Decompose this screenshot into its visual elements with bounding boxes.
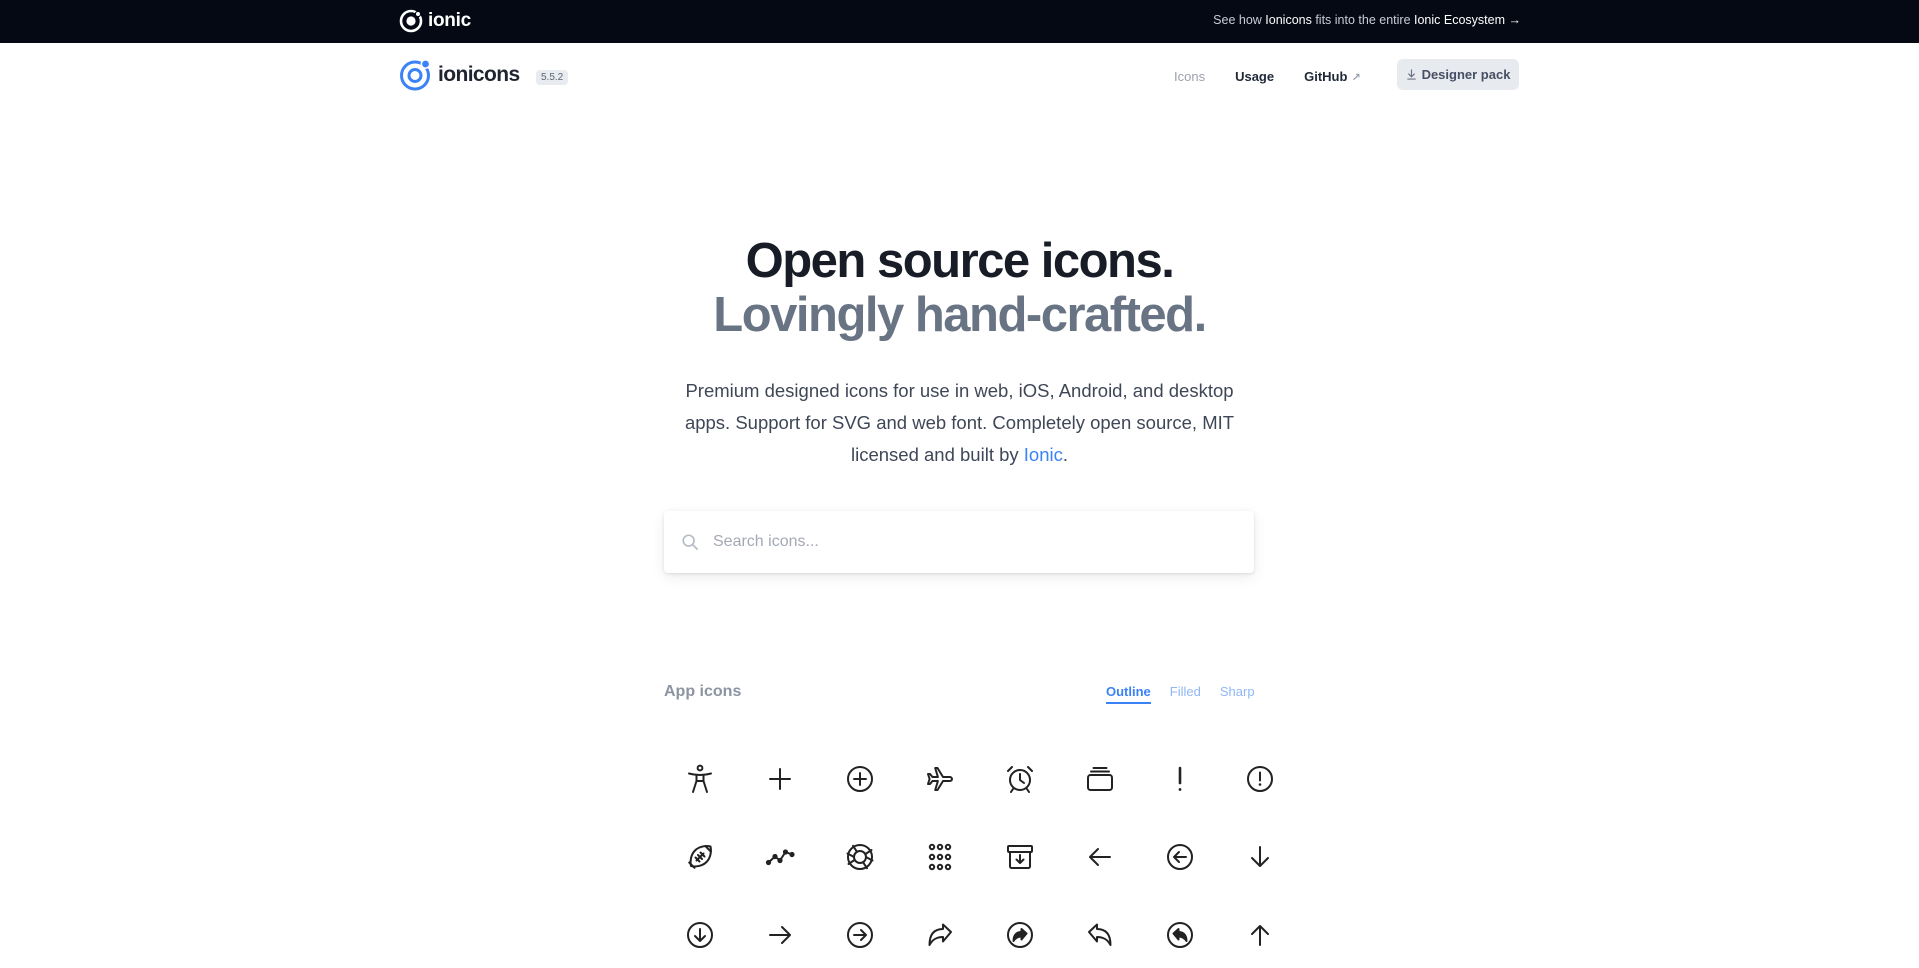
- icon-tile-arrow-up[interactable]: [1220, 896, 1300, 968]
- tab-sharp[interactable]: Sharp: [1220, 684, 1255, 704]
- add-icon: [769, 768, 791, 790]
- nav-usage-link[interactable]: Usage: [1235, 69, 1274, 84]
- american-football-icon: [688, 845, 712, 869]
- analytics-icon: [765, 849, 795, 866]
- tab-outline[interactable]: Outline: [1106, 684, 1151, 704]
- designer-pack-label: Designer pack: [1421, 67, 1511, 82]
- eco-middle: fits into the entire: [1311, 13, 1414, 27]
- arrow-back-icon: [1089, 848, 1111, 866]
- search-box: [664, 511, 1254, 573]
- tab-filled[interactable]: Filled: [1170, 684, 1201, 704]
- arrow-down-icon: [1251, 846, 1269, 867]
- top-bar: ionic See how Ionicons fits into the ent…: [0, 0, 1919, 43]
- ionicons-logo-icon: [400, 59, 431, 91]
- search-icon: [682, 534, 699, 551]
- arrow-up-icon: [1251, 925, 1269, 946]
- arrow-undo-circle-icon: [1167, 922, 1193, 948]
- icon-tile-arrow-back[interactable]: [1060, 818, 1140, 896]
- albums-icon: [1087, 767, 1113, 791]
- external-link-icon: ↗: [1351, 72, 1361, 84]
- icon-tile-american-football[interactable]: [660, 818, 740, 896]
- nav-icons-link[interactable]: Icons: [1174, 69, 1205, 84]
- icon-tile-analytics[interactable]: [740, 818, 820, 896]
- arrow-forward-icon: [769, 926, 791, 944]
- icon-tile-accessibility[interactable]: [660, 740, 740, 818]
- arrow-undo-icon: [1088, 923, 1112, 946]
- ionic-link[interactable]: Ionic: [1024, 444, 1063, 465]
- eco-prefix: See how: [1213, 13, 1266, 27]
- ionicons-logo-link[interactable]: ionicons: [399, 58, 520, 91]
- arrow-down-circle-icon: [687, 922, 713, 948]
- alarm-icon: [1007, 766, 1033, 793]
- github-label: GitHub: [1304, 69, 1348, 84]
- section-title: App icons: [664, 683, 742, 700]
- site-header: ionicons 5.5.2 Icons Usage GitHub ↗ Desig…: [0, 43, 1919, 105]
- variant-tabs: Outline Filled Sharp: [1106, 684, 1255, 704]
- designer-pack-button[interactable]: Designer pack: [1397, 59, 1519, 90]
- nav-github-link[interactable]: GitHub ↗: [1304, 69, 1361, 84]
- add-circle-icon: [847, 766, 873, 792]
- eco-link-text: Ionic Ecosystem: [1414, 13, 1506, 27]
- hero-title: Open source icons.: [745, 234, 1175, 288]
- icon-tile-alert-circle[interactable]: [1220, 740, 1300, 818]
- icon-tile-arrow-undo-circle[interactable]: [1140, 896, 1220, 968]
- icon-tile-arrow-forward[interactable]: [740, 896, 820, 968]
- icon-tile-alarm[interactable]: [980, 740, 1060, 818]
- icon-tile-arrow-down-circle[interactable]: [660, 896, 740, 968]
- search-input[interactable]: [713, 511, 1243, 573]
- ionic-logo-icon: [399, 9, 423, 33]
- ionic-brand-link[interactable]: ionic: [399, 9, 471, 33]
- arrow-forward-circle-icon: [847, 922, 873, 948]
- version-badge: 5.5.2: [536, 70, 569, 85]
- icon-tile-arrow-back-circle[interactable]: [1140, 818, 1220, 896]
- icon-tile-airplane[interactable]: [900, 740, 980, 818]
- hero-description-text: Premium designed icons for use in web, i…: [684, 380, 1235, 465]
- icon-tile-apps[interactable]: [900, 818, 980, 896]
- ionic-brand-text: ionic: [428, 10, 471, 31]
- hero-subtitle-heading: Lovingly hand-crafted.: [713, 288, 1207, 342]
- icon-tile-add-circle[interactable]: [820, 740, 900, 818]
- aperture-icon: [846, 844, 874, 870]
- icon-tile-arrow-forward-circle[interactable]: [820, 896, 900, 968]
- apps-icon: [928, 843, 952, 871]
- icon-tile-add[interactable]: [740, 740, 820, 818]
- icon-tile-arrow-redo-circle[interactable]: [980, 896, 1060, 968]
- logo-text: ionicons: [438, 62, 520, 86]
- hero-description-end: .: [1062, 444, 1068, 465]
- accessibility-icon: [688, 764, 712, 793]
- download-icon: [1406, 69, 1416, 80]
- alert-icon: [1178, 766, 1182, 791]
- icon-tile-aperture[interactable]: [820, 818, 900, 896]
- eco-product: Ionicons: [1265, 13, 1312, 27]
- icon-grid: [660, 740, 1300, 968]
- icon-tile-arrow-undo[interactable]: [1060, 896, 1140, 968]
- arrow-redo-icon: [928, 923, 952, 946]
- alert-circle-icon: [1247, 766, 1273, 792]
- archive-icon: [1007, 845, 1033, 869]
- icon-tile-albums[interactable]: [1060, 740, 1140, 818]
- icon-tile-alert[interactable]: [1140, 740, 1220, 818]
- airplane-icon: [927, 767, 953, 791]
- arrow-redo-circle-icon: [1007, 922, 1033, 948]
- icon-tile-arrow-down[interactable]: [1220, 818, 1300, 896]
- icon-tile-archive[interactable]: [980, 818, 1060, 896]
- arrow-back-circle-icon: [1167, 844, 1193, 870]
- nav-links: Icons Usage GitHub ↗: [1174, 69, 1361, 84]
- hero-description: Premium designed icons for use in web, i…: [670, 375, 1249, 471]
- arrow-right-icon: →: [1508, 13, 1522, 27]
- ecosystem-link[interactable]: See how Ionicons fits into the entire Io…: [1213, 13, 1521, 27]
- icon-tile-arrow-redo[interactable]: [900, 896, 980, 968]
